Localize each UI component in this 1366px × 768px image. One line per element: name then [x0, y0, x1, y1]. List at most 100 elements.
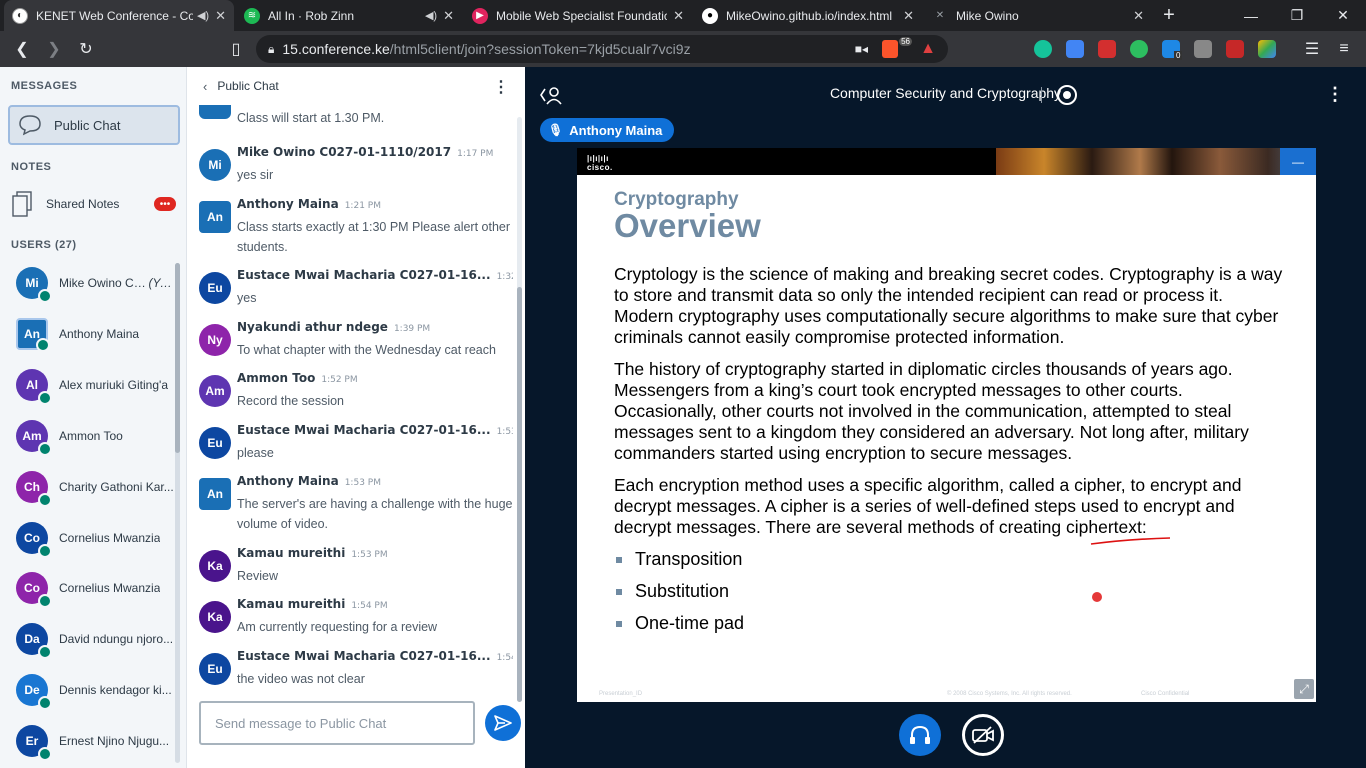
user-item[interactable]: Mi Mike Owino Co... (You)	[16, 265, 176, 303]
reload-button[interactable]: ↻	[74, 38, 98, 60]
avatar: An	[199, 478, 231, 510]
audio-button[interactable]	[899, 714, 941, 756]
user-item[interactable]: Da David ndungu njoro...	[16, 621, 176, 659]
user-name: Alex muriuki Giting'a	[59, 378, 168, 392]
menu-icon[interactable]: ≡	[1332, 38, 1356, 60]
new-tab-button[interactable]: +	[1146, 0, 1192, 31]
minimize-button[interactable]: —	[1228, 0, 1274, 31]
bullet-text: Transposition	[635, 549, 743, 569]
sender-name: Anthony Maina	[237, 197, 339, 211]
bookmark-icon[interactable]: ▯	[224, 38, 248, 60]
close-icon[interactable]: ✕	[215, 8, 226, 24]
slide: |ı|ı|ı|ı cisco. — Cryptography Overview C…	[577, 148, 1316, 702]
user-name: Ernest Njino Njugu...	[59, 734, 170, 748]
voice-status-icon	[38, 747, 52, 761]
message-header: Nyakundi athur ndege 1:39 PM	[237, 320, 430, 334]
avatar: An	[16, 318, 50, 352]
shared-notes-item[interactable]: Shared Notes •••	[12, 187, 182, 221]
reading-list-icon[interactable]: ☰	[1300, 38, 1324, 60]
tab-title: Mike Owino	[956, 8, 1019, 23]
translate-icon[interactable]	[1066, 40, 1084, 58]
message-time: 1:21 PM	[344, 201, 381, 211]
user-item[interactable]: Am Ammon Too	[16, 418, 176, 456]
drive-icon[interactable]	[1258, 40, 1276, 58]
tab-spotify[interactable]: ≋ All In · Rob Zinn ◀) ✕	[236, 0, 462, 31]
voice-status-icon	[38, 391, 52, 405]
close-icon[interactable]: ✕	[673, 8, 684, 24]
camera-icon[interactable]: ■◂	[855, 42, 868, 56]
extension-red-icon[interactable]	[1098, 40, 1116, 58]
user-item[interactable]: Al Alex muriuki Giting'a	[16, 367, 176, 405]
user-item[interactable]: Er Ernest Njino Njugu...	[16, 723, 176, 761]
message-time: 1:32 PM	[496, 272, 513, 282]
chat-header: ‹ Public Chat	[187, 67, 526, 105]
slide-paragraph: Each encryption method uses a specific a…	[614, 475, 1242, 537]
message-text: please	[237, 446, 274, 460]
back-button[interactable]: ❮	[10, 38, 34, 60]
you-label: (You)	[148, 276, 176, 290]
avatar: Co	[16, 572, 52, 608]
tab-kenet[interactable]: ◐ KENET Web Conference - Co ◀) ✕	[4, 0, 234, 31]
user-item[interactable]: De Dennis kendagor ki...	[16, 672, 176, 710]
sender-name: Eustace Mwai Macharia C027-01-16...	[237, 423, 491, 437]
extension-gray-icon[interactable]	[1194, 40, 1212, 58]
slide-footer-left: Presentation_ID	[599, 691, 643, 697]
chat-title: Public Chat	[217, 79, 279, 93]
talker-name: Anthony Maina	[569, 122, 663, 138]
avatar: Am	[199, 375, 231, 407]
close-icon[interactable]: ✕	[903, 8, 914, 24]
message-text: Class will start at 1.30 PM.	[237, 111, 385, 125]
user-item[interactable]: Ch Charity Gathoni Kar...	[16, 469, 176, 507]
message-time: 1:54 PM	[351, 601, 388, 611]
slide-bullet: Substitution	[614, 581, 729, 602]
voice-status-icon	[38, 645, 52, 659]
user-name: Dennis kendagor ki...	[59, 683, 172, 697]
forward-button[interactable]: ❯	[42, 38, 66, 60]
public-chat-label: Public Chat	[54, 117, 121, 133]
browser-tabbar: ◐ KENET Web Conference - Co ◀) ✕ ≋ All I…	[0, 0, 1366, 31]
sender-name: Mike Owino C027-01-1110/2017	[237, 145, 452, 159]
tab-github[interactable]: ● MikeOwino.github.io/index.html ✕	[694, 0, 922, 31]
fullscreen-button[interactable]: ⤢	[1294, 679, 1314, 699]
close-icon[interactable]: ✕	[1133, 8, 1144, 24]
chat-input[interactable]: Send message to Public Chat	[199, 701, 475, 745]
user-item[interactable]: Co Cornelius Mwanzia	[16, 520, 176, 558]
user-item[interactable]: An Anthony Maina	[16, 316, 176, 352]
options-button[interactable]: ⋮	[1326, 84, 1344, 105]
sender-name: Kamau mureithi	[237, 597, 346, 611]
brave-rewards-icon[interactable]: ▲	[920, 40, 936, 58]
close-window-button[interactable]: ✕	[1320, 0, 1366, 31]
restore-button[interactable]: ❐	[1274, 0, 1320, 31]
avatar: De	[16, 674, 52, 710]
user-item[interactable]: Co Cornelius Mwanzia	[16, 570, 176, 608]
sender-name: Nyakundi athur ndege	[237, 320, 388, 334]
address-bar[interactable]: 🔒︎ 15.conference.ke/html5client/join?ses…	[256, 35, 948, 63]
record-button[interactable]	[1057, 85, 1077, 105]
slide-bullet: Transposition	[614, 549, 742, 570]
send-icon	[494, 715, 512, 731]
brave-shield-icon[interactable]	[882, 40, 898, 58]
userlist-scroll-thumb[interactable]	[175, 263, 180, 453]
send-button[interactable]	[485, 705, 521, 741]
public-chat-item[interactable]: Public Chat	[8, 105, 180, 145]
github-icon: ●	[702, 7, 718, 24]
site-icon: ✕	[935, 10, 945, 21]
tab-title: Mobile Web Specialist Foundatic	[496, 8, 668, 23]
grammarly-icon[interactable]	[1034, 40, 1052, 58]
tab-mike-owino[interactable]: ✕ Mike Owino ✕	[924, 0, 1152, 31]
chat-scroll-thumb[interactable]	[517, 287, 522, 702]
video-button[interactable]	[962, 714, 1004, 756]
minimize-presentation-button[interactable]: —	[1280, 148, 1316, 175]
chat-messages: Class will start at 1.30 PM. Mi Mike Owin…	[187, 105, 513, 695]
chevron-left-icon[interactable]: ‹	[203, 79, 207, 94]
message-header: Kamau mureithi 1:54 PM	[237, 597, 388, 611]
close-icon[interactable]: ✕	[443, 8, 454, 24]
title-divider	[1041, 87, 1042, 103]
avatar: Er	[16, 725, 52, 761]
evernote-icon[interactable]	[1130, 40, 1148, 58]
voice-status-icon	[38, 493, 52, 507]
sender-name: Kamau mureithi	[237, 546, 346, 560]
extension-red2-icon[interactable]	[1226, 40, 1244, 58]
chat-options-button[interactable]: ⋮	[493, 77, 509, 97]
tab-mobile-web[interactable]: ▶ Mobile Web Specialist Foundatic ✕	[464, 0, 692, 31]
